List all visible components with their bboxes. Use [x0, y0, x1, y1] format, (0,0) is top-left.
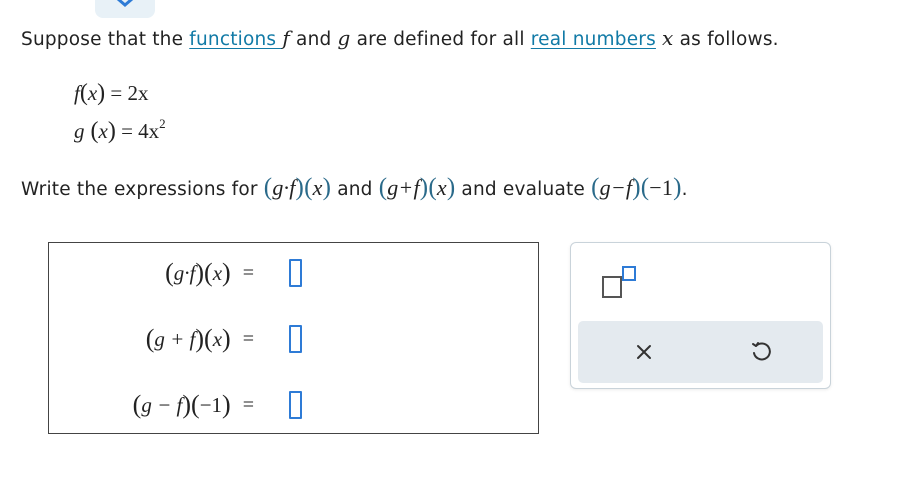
instruction-expr1: (g·f)(x) [263, 174, 332, 201]
close-icon [637, 345, 651, 359]
tail-text: as follows. [673, 29, 779, 50]
middle-text: are defined for all [350, 29, 531, 50]
g-rhs: 4x [138, 119, 160, 143]
row1-expr: g·f [173, 260, 196, 285]
exponent-template-button[interactable] [601, 265, 637, 298]
f-arg: x [87, 81, 98, 105]
answer-input-sum[interactable] [289, 325, 302, 353]
f-definition: f(x) = 2x [74, 80, 149, 106]
tool-action-bar [578, 321, 823, 383]
answer-box: (g·f)(x) = (g + f)(x) = (g − f)(−1) = [48, 242, 539, 434]
functions-link[interactable]: functions [189, 29, 282, 50]
expr2-text: g+f [387, 175, 420, 200]
row3-expr: g − f [141, 392, 183, 417]
problem-statement: Suppose that the functions f and g are d… [21, 26, 779, 50]
and-text: and [289, 29, 338, 50]
expr1-text: g·f [272, 175, 296, 200]
arg2-text: x [436, 175, 447, 200]
answer-row-product: (g·f)(x) = [165, 258, 254, 287]
instruction-expr2: (g+f)(x) [378, 174, 456, 201]
clear-button[interactable] [629, 337, 659, 367]
answer-row-sum: (g + f)(x) = [145, 324, 254, 353]
g-variable: g [337, 26, 351, 50]
intro-text: Suppose that the [21, 29, 190, 50]
answer-input-difference[interactable] [289, 391, 302, 419]
undo-icon [752, 342, 771, 361]
g-definition: g (x) = 4x2 [74, 116, 166, 144]
expr3-text: g−f [599, 175, 633, 200]
g-lhs: g [74, 119, 85, 143]
row2-arg: x [212, 326, 223, 351]
f-rhs: 2x [127, 81, 149, 105]
top-expand-tab[interactable] [95, 0, 155, 18]
row3-equals: = [242, 393, 254, 416]
row3-arg: −1 [199, 392, 223, 417]
undo-button[interactable] [746, 337, 776, 367]
x-variable: x [662, 26, 674, 50]
g-rhs-exponent: 2 [159, 116, 166, 131]
answer-input-product[interactable] [289, 259, 302, 287]
row1-equals: = [242, 261, 254, 284]
row1-arg: x [212, 260, 223, 285]
instruction-suffix: . [681, 179, 688, 200]
instruction-prefix: Write the expressions for [21, 179, 264, 200]
f-variable: f [282, 26, 290, 50]
arg3-text: −1 [649, 175, 674, 200]
instruction-and: and [331, 179, 379, 200]
chevron-down-icon [116, 0, 134, 7]
g-arg: x [98, 119, 108, 143]
real-numbers-link[interactable]: real numbers [531, 29, 656, 50]
row2-equals: = [242, 327, 254, 350]
answer-row-difference: (g − f)(−1) = [132, 390, 254, 419]
arg1-text: x [312, 175, 323, 200]
instruction-mid: and evaluate [455, 179, 592, 200]
instruction-expr3: (g−f)(−1) [591, 174, 682, 201]
row2-expr: g + f [154, 326, 196, 351]
instruction-text: Write the expressions for (g·f)(x) and (… [21, 174, 688, 202]
math-tool-panel [570, 242, 831, 389]
exponent-template-icon [602, 266, 636, 298]
